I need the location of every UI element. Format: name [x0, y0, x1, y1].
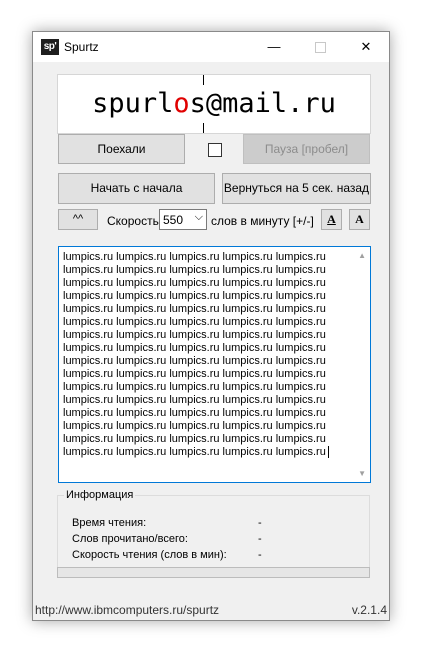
- current-word: spurlos@mail.ru: [58, 75, 370, 133]
- text-line: lumpics.ru lumpics.ru lumpics.ru lumpics…: [63, 277, 326, 289]
- info-group: Информация Время чтения: - Слов прочитан…: [57, 489, 370, 573]
- reading-time-value: -: [258, 517, 262, 529]
- text-line: lumpics.ru lumpics.ru lumpics.ru lumpics…: [63, 446, 351, 459]
- text-line: lumpics.ru lumpics.ru lumpics.ru lumpics…: [63, 381, 326, 393]
- chevron-down-icon: ⌵: [194, 211, 203, 223]
- text-line: lumpics.ru lumpics.ru lumpics.ru lumpics…: [63, 251, 326, 263]
- text-line: lumpics.ru lumpics.ru lumpics.ru lumpics…: [63, 394, 326, 406]
- font-decrease-button[interactable]: A: [321, 209, 342, 230]
- app-logo-icon: sp': [41, 39, 59, 55]
- back-5-sec-button[interactable]: Вернуться на 5 сек. назад: [222, 173, 371, 204]
- reading-speed-value: -: [258, 549, 262, 561]
- scroll-down-icon[interactable]: ▼: [358, 469, 366, 478]
- title-bar[interactable]: sp' Spurtz — ✕: [33, 32, 389, 62]
- wpm-label: слов в минуту [+/-]: [211, 214, 314, 228]
- scroll-up-icon[interactable]: ▲: [358, 251, 366, 260]
- website-link[interactable]: http://www.ibmcomputers.ru/spurtz: [35, 603, 219, 617]
- speed-select[interactable]: 550 ⌵: [159, 209, 207, 230]
- text-line: lumpics.ru lumpics.ru lumpics.ru lumpics…: [63, 290, 326, 302]
- font-increase-button[interactable]: A: [349, 209, 370, 230]
- option-checkbox[interactable]: [208, 143, 222, 157]
- words-read-value: -: [258, 533, 262, 545]
- reading-speed-label: Скорость чтения (слов в мин):: [72, 549, 227, 561]
- source-text: lumpics.ru lumpics.ru lumpics.ru lumpics…: [63, 251, 351, 459]
- restart-button[interactable]: Начать с начала: [58, 173, 215, 204]
- text-line: lumpics.ru lumpics.ru lumpics.ru lumpics…: [63, 303, 326, 315]
- text-line: lumpics.ru lumpics.ru lumpics.ru lumpics…: [63, 342, 326, 354]
- status-bar: http://www.ibmcomputers.ru/spurtz v.2.1.…: [33, 597, 389, 620]
- text-line: lumpics.ru lumpics.ru lumpics.ru lumpics…: [63, 329, 326, 341]
- speed-value: 550: [163, 213, 184, 227]
- maximize-button: [297, 32, 343, 62]
- scroll-top-button[interactable]: ^^: [58, 209, 98, 230]
- text-caret: [327, 446, 329, 459]
- word-before: spurl: [92, 88, 174, 119]
- word-focus-letter: o: [173, 88, 190, 119]
- word-display: spurlos@mail.ru: [57, 74, 371, 134]
- progress-bar: [57, 567, 370, 578]
- text-line: lumpics.ru lumpics.ru lumpics.ru lumpics…: [63, 368, 326, 380]
- focus-marker-bottom: [203, 123, 204, 133]
- info-title: Информация: [64, 489, 136, 501]
- pause-button[interactable]: Пауза [пробел]: [243, 134, 370, 164]
- window-title: Spurtz: [64, 40, 99, 54]
- maximize-icon: [314, 42, 326, 54]
- start-button[interactable]: Поехали: [58, 134, 185, 164]
- app-window: sp' Spurtz — ✕ spurlos@mail.ru Поехали П…: [32, 31, 390, 621]
- text-line: lumpics.ru lumpics.ru lumpics.ru lumpics…: [63, 316, 326, 328]
- source-text-area[interactable]: lumpics.ru lumpics.ru lumpics.ru lumpics…: [58, 246, 371, 483]
- text-line: lumpics.ru lumpics.ru lumpics.ru lumpics…: [63, 264, 326, 276]
- close-button[interactable]: ✕: [343, 32, 389, 62]
- word-after: s@mail.ru: [189, 88, 336, 119]
- text-line: lumpics.ru lumpics.ru lumpics.ru lumpics…: [63, 433, 326, 445]
- text-line: lumpics.ru lumpics.ru lumpics.ru lumpics…: [63, 407, 326, 419]
- minimize-button[interactable]: —: [251, 32, 297, 62]
- reading-time-label: Время чтения:: [72, 517, 147, 529]
- version-label: v.2.1.4: [351, 603, 387, 617]
- text-line: lumpics.ru lumpics.ru lumpics.ru lumpics…: [63, 420, 326, 432]
- words-read-label: Слов прочитано/всего:: [72, 533, 188, 545]
- text-line: lumpics.ru lumpics.ru lumpics.ru lumpics…: [63, 355, 326, 367]
- speed-label: Скорость: [107, 214, 159, 228]
